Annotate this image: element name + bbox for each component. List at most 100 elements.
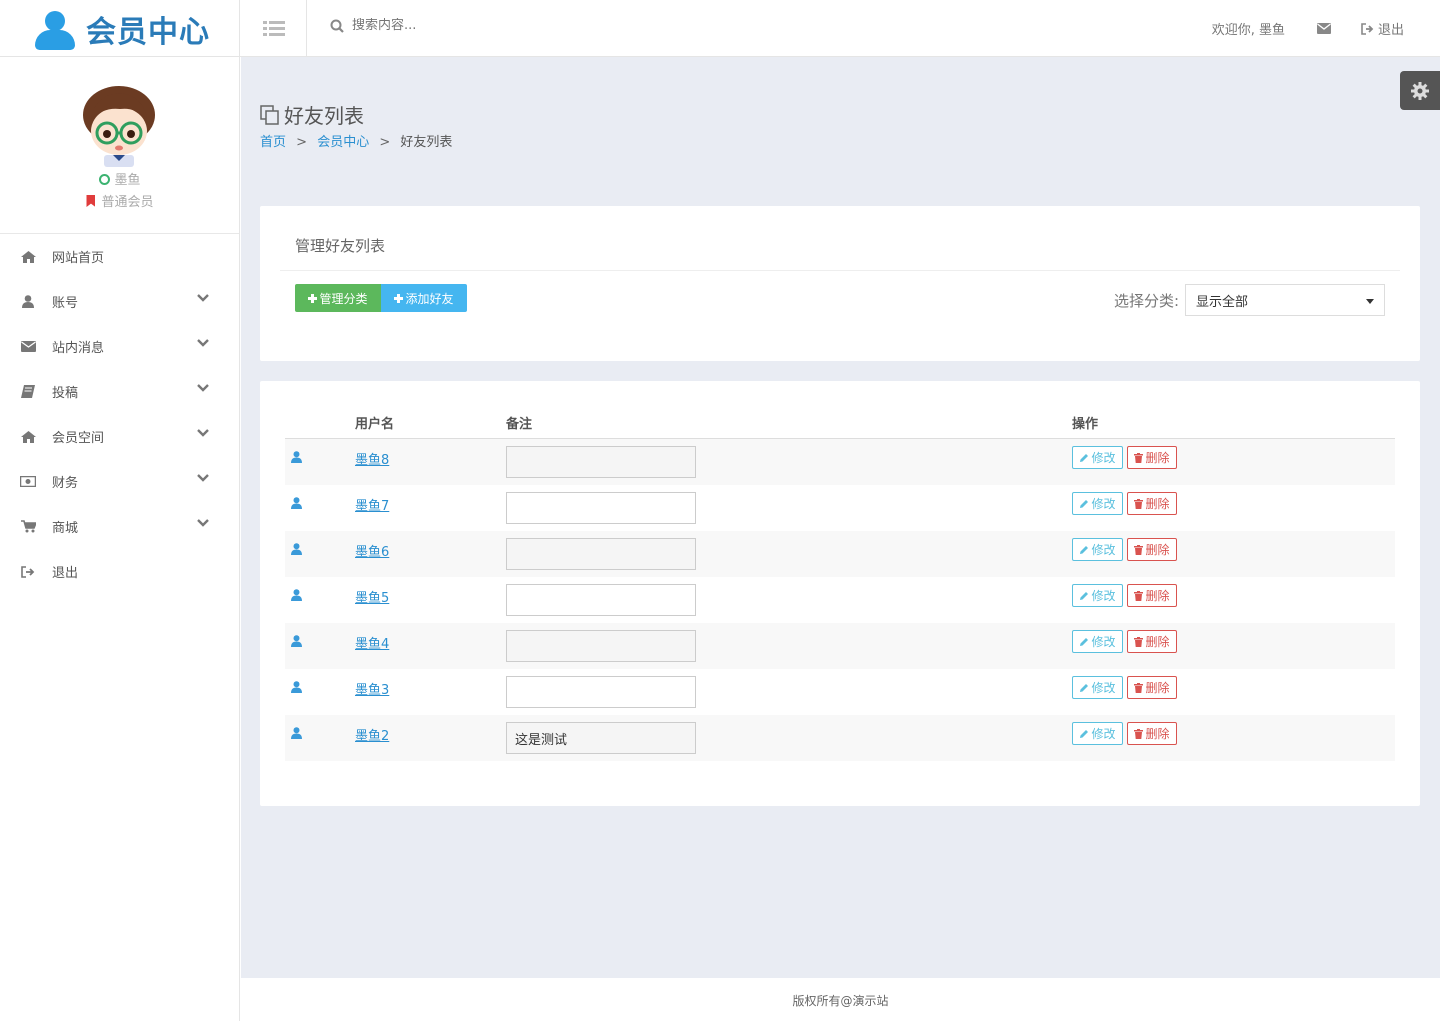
bookmark-icon	[86, 195, 96, 207]
note-input[interactable]	[506, 446, 696, 478]
delete-button[interactable]: 删除	[1127, 538, 1177, 561]
profile-level: 普通会员	[0, 191, 240, 210]
table-row: 墨鱼8 修改 删除	[285, 439, 1395, 485]
user-icon	[291, 497, 302, 509]
sidebar-item-shop[interactable]: 商城	[0, 504, 239, 549]
breadcrumb-separator: >	[379, 135, 391, 150]
trash-icon	[1134, 728, 1144, 739]
settings-button[interactable]	[1400, 71, 1440, 110]
gear-icon	[1411, 81, 1429, 100]
delete-button[interactable]: 删除	[1127, 630, 1177, 653]
sidebar-item-account[interactable]: 账号	[0, 279, 239, 324]
sidebar: 墨鱼 普通会员 网站首页 账号 站内消息 投稿 会员空间 财务 商城 退出	[0, 57, 240, 1021]
table-row: 墨鱼2 修改 删除	[285, 715, 1395, 761]
delete-label: 删除	[1145, 589, 1170, 603]
edit-label: 修改	[1091, 727, 1116, 741]
delete-button[interactable]: 删除	[1127, 446, 1177, 469]
category-select[interactable]: 显示全部	[1185, 284, 1385, 316]
profile-level-text: 普通会员	[101, 195, 154, 210]
logout-label: 退出	[1377, 23, 1404, 38]
search-box	[330, 18, 552, 33]
edit-button[interactable]: 修改	[1072, 722, 1123, 745]
search-input[interactable]	[352, 18, 552, 33]
pencil-icon	[1080, 591, 1089, 600]
note-input[interactable]	[506, 538, 696, 570]
table-row: 墨鱼5 修改 删除	[285, 577, 1395, 623]
user-icon	[291, 451, 302, 463]
sidebar-item-label: 站内消息	[52, 341, 105, 356]
pencil-icon	[1080, 729, 1089, 738]
breadcrumb-member-center[interactable]: 会员中心	[317, 135, 369, 150]
edit-button[interactable]: 修改	[1072, 446, 1123, 469]
sidebar-item-submission[interactable]: 投稿	[0, 369, 239, 414]
delete-label: 删除	[1145, 451, 1170, 465]
manage-panel: 管理好友列表 管理分类 添加好友 选择分类: 显示全部	[260, 206, 1420, 361]
username-link[interactable]: 墨鱼6	[355, 541, 389, 560]
trash-icon	[1134, 544, 1144, 555]
delete-button[interactable]: 删除	[1127, 722, 1177, 745]
messages-button[interactable]	[1316, 23, 1331, 34]
delete-button[interactable]: 删除	[1127, 584, 1177, 607]
add-friend-label: 添加好友	[405, 291, 454, 306]
username-link[interactable]: 墨鱼8	[355, 449, 389, 468]
note-input[interactable]	[506, 630, 696, 662]
add-friend-button[interactable]: 添加好友	[381, 284, 467, 312]
username-link[interactable]: 墨鱼3	[355, 679, 389, 698]
username-link[interactable]: 墨鱼7	[355, 495, 389, 514]
sidebar-item-home[interactable]: 网站首页	[0, 234, 239, 279]
edit-label: 修改	[1091, 589, 1116, 603]
chevron-down-icon	[197, 294, 209, 302]
list-icon	[262, 20, 285, 36]
trash-icon	[1134, 636, 1144, 647]
sidebar-item-logout[interactable]: 退出	[0, 549, 239, 594]
username-link[interactable]: 墨鱼4	[355, 633, 389, 652]
pencil-icon	[1080, 499, 1089, 508]
avatar[interactable]	[80, 85, 158, 167]
menu-toggle-button[interactable]	[241, 0, 307, 57]
pencil-icon	[1080, 453, 1089, 462]
main-content: 好友列表 首页 > 会员中心 > 好友列表 管理好友列表 管理分类 添加好友 选…	[241, 57, 1440, 978]
brand-logo[interactable]: 会员中心	[0, 0, 240, 57]
logout-link[interactable]: 退出	[1361, 19, 1404, 38]
sidebar-item-messages[interactable]: 站内消息	[0, 324, 239, 369]
footer-copyright: 版权所有@演示站	[792, 994, 889, 1008]
user-icon	[22, 295, 34, 308]
search-icon	[330, 19, 344, 33]
user-icon	[291, 681, 302, 693]
edit-button[interactable]: 修改	[1072, 630, 1123, 653]
username-link[interactable]: 墨鱼5	[355, 587, 389, 606]
chevron-down-icon	[197, 519, 209, 527]
delete-button[interactable]: 删除	[1127, 676, 1177, 699]
pencil-icon	[1080, 545, 1089, 554]
chevron-down-icon	[197, 474, 209, 482]
username-link[interactable]: 墨鱼2	[355, 725, 389, 744]
cart-icon	[20, 520, 36, 533]
edit-label: 修改	[1091, 497, 1116, 511]
edit-button[interactable]: 修改	[1072, 492, 1123, 515]
brand-title: 会员中心	[86, 14, 210, 50]
delete-label: 删除	[1145, 635, 1170, 649]
chevron-down-icon	[197, 339, 209, 347]
breadcrumb-home[interactable]: 首页	[260, 135, 286, 150]
edit-button[interactable]: 修改	[1072, 584, 1123, 607]
manage-category-button[interactable]: 管理分类	[295, 284, 381, 312]
note-input[interactable]	[506, 676, 696, 708]
sidebar-item-member-space[interactable]: 会员空间	[0, 414, 239, 459]
footer: 版权所有@演示站	[241, 978, 1440, 1021]
sidebar-item-label: 财务	[52, 476, 79, 491]
trash-icon	[1134, 590, 1144, 601]
envelope-icon	[20, 341, 36, 352]
edit-button[interactable]: 修改	[1072, 676, 1123, 699]
table-body: 墨鱼8 修改 删除 墨鱼7 修改 删除 墨鱼6 修改 删除 墨鱼5 修改 删除 …	[285, 439, 1395, 761]
note-input[interactable]	[506, 722, 696, 754]
category-selected-value: 显示全部	[1196, 294, 1249, 310]
note-input[interactable]	[506, 492, 696, 524]
online-status-icon	[99, 174, 111, 185]
edit-button[interactable]: 修改	[1072, 538, 1123, 561]
user-icon	[291, 635, 302, 647]
welcome-text: 欢迎你, 墨鱼	[1211, 23, 1285, 38]
note-input[interactable]	[506, 584, 696, 616]
delete-button[interactable]: 删除	[1127, 492, 1177, 515]
sidebar-item-finance[interactable]: 财务	[0, 459, 239, 504]
table-row: 墨鱼6 修改 删除	[285, 531, 1395, 577]
